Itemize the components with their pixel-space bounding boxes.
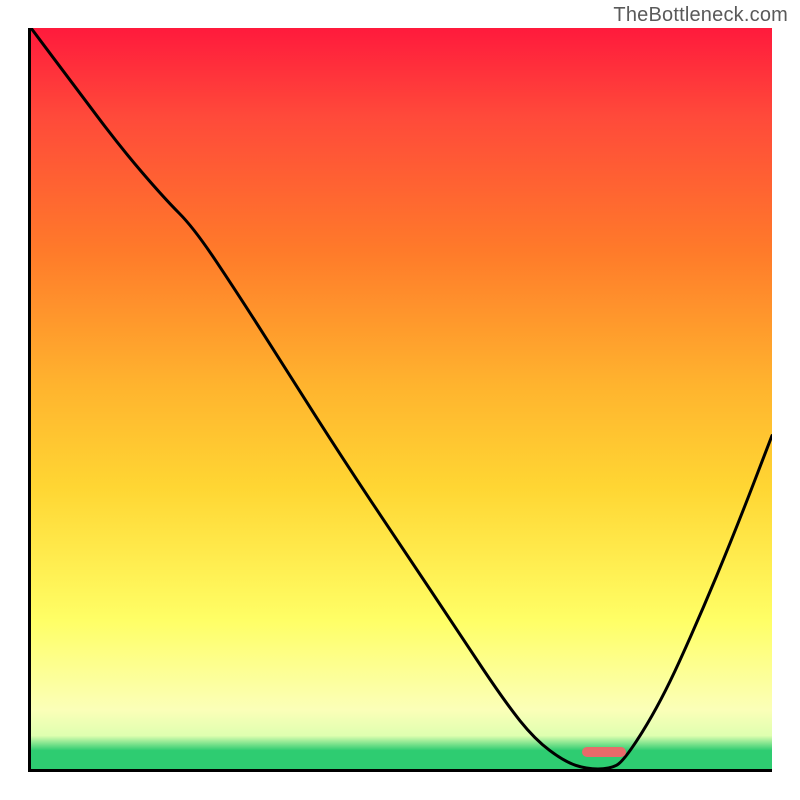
optimal-marker xyxy=(582,747,627,757)
bottleneck-curve xyxy=(31,28,772,769)
watermark-text: TheBottleneck.com xyxy=(613,4,788,27)
plot-area xyxy=(28,28,772,772)
curve-path xyxy=(31,28,772,769)
